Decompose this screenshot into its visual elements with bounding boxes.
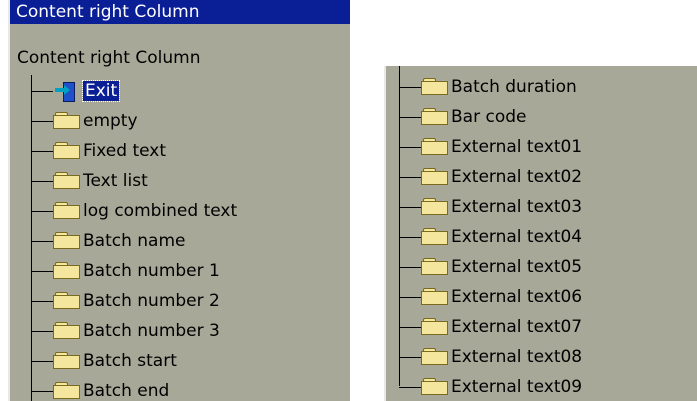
tree-item[interactable]: Batch start [53,348,177,374]
tree-item[interactable]: Batch duration [421,74,577,100]
tree-item[interactable]: External text05 [421,254,582,280]
tree-item[interactable]: External text06 [421,284,582,310]
folder-icon [53,382,81,400]
tree-item-label: Batch number 1 [83,261,220,281]
tree-item-label: External text02 [451,167,583,187]
tree-item-label: Bar code [451,107,527,127]
tree-root-label[interactable]: Content right Column [17,48,200,68]
tree-connector-horizontal [31,271,53,272]
tree-item-label: External text05 [451,257,583,277]
folder-icon [421,318,449,336]
tree-connector-horizontal [31,241,53,242]
folder-icon [53,202,81,220]
tree-item-label: Batch number 3 [83,321,220,341]
tree-connector-horizontal [399,267,421,268]
tree-item[interactable]: External text07 [421,314,582,340]
tree-item-label: External text07 [451,317,583,337]
tree-item-label: Text list [83,171,148,191]
tree-connector-horizontal [31,91,53,92]
tree-view-left: Content right Column Content right Colum… [8,0,350,401]
tree-item[interactable]: Bar code [421,104,526,130]
title-bar: Content right Column [10,0,350,24]
folder-icon [421,228,449,246]
tree-connector-horizontal [399,237,421,238]
folder-icon [421,78,449,96]
tree-item[interactable]: External text09 [421,374,582,400]
tree-connector-horizontal [399,87,421,88]
tree-connector-vertical [399,66,400,386]
folder-icon [53,352,81,370]
folder-icon [53,292,81,310]
tree-item-label: Batch start [83,351,177,371]
tree-connector-horizontal [31,391,53,392]
tree-item[interactable]: Text list [53,168,148,194]
tree-item[interactable]: Batch number 1 [53,258,220,284]
folder-icon [421,348,449,366]
folder-icon [53,322,81,340]
tree-connector-horizontal [399,387,421,388]
tree-connector-vertical [31,75,32,401]
folder-icon [421,288,449,306]
folder-icon [421,378,449,396]
tree-connector-horizontal [399,147,421,148]
folder-icon [421,138,449,156]
tree-connector-horizontal [31,211,53,212]
folder-icon [421,198,449,216]
tree-item-label: Batch number 2 [83,291,220,311]
tree-connector-horizontal [31,301,53,302]
tree-item[interactable]: External text08 [421,344,582,370]
tree-item[interactable]: Batch name [53,228,185,254]
tree-connector-horizontal [399,357,421,358]
tree-item[interactable]: log combined text [53,198,237,224]
tree-item-label: Batch name [83,231,186,251]
tree-connector-horizontal [31,181,53,182]
tree-item-label: empty [83,111,138,131]
folder-icon [421,168,449,186]
folder-icon [53,142,81,160]
tree-item-label: External text01 [451,137,583,157]
exit-icon [53,80,81,102]
tree-connector-horizontal [31,331,53,332]
tree-item[interactable]: Batch number 2 [53,288,220,314]
tree-item-label: External text04 [451,227,583,247]
tree-connector-horizontal [399,297,421,298]
tree-view-right: Batch duration Bar code External text01 Ext… [384,66,697,401]
tree-item[interactable]: External text03 [421,194,582,220]
tree-item[interactable]: Fixed text [53,138,166,164]
tree-item[interactable]: Batch number 3 [53,318,220,344]
tree-connector-horizontal [31,151,53,152]
tree-connector-horizontal [31,361,53,362]
tree-item-label: External text03 [451,197,583,217]
tree-item-label: Fixed text [83,141,167,161]
folder-icon [421,108,449,126]
tree-connector-horizontal [399,117,421,118]
tree-item-label: External text09 [451,377,583,397]
folder-icon [53,232,81,250]
folder-icon [53,262,81,280]
tree-item-label: Batch duration [451,77,577,97]
tree-item-label: External text06 [451,287,583,307]
tree-connector-horizontal [399,327,421,328]
tree-connector-horizontal [399,207,421,208]
tree-connector-horizontal [399,177,421,178]
tree-connector-horizontal [31,121,53,122]
tree-item-label: Exit [81,80,121,102]
tree-item[interactable]: Exit [53,78,121,104]
tree-item[interactable]: External text04 [421,224,582,250]
tree-item[interactable]: empty [53,108,138,134]
tree-item-label: log combined text [83,201,238,221]
tree-item-label: Batch end [83,381,170,401]
folder-icon [53,112,81,130]
tree-item-label: External text08 [451,347,583,367]
folder-icon [421,258,449,276]
tree-item[interactable]: Batch end [53,378,169,401]
folder-icon [53,172,81,190]
tree-item[interactable]: External text01 [421,134,582,160]
tree-item[interactable]: External text02 [421,164,582,190]
